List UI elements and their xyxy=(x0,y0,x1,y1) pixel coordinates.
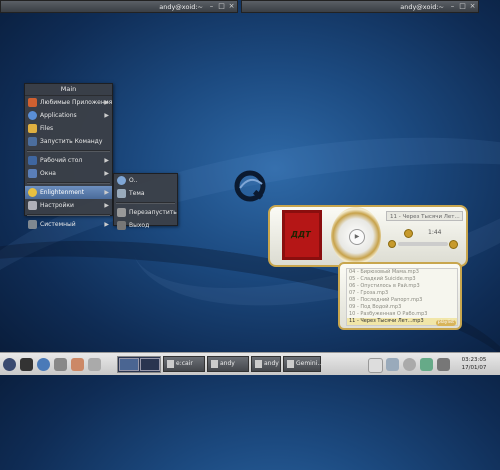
minimize-icon[interactable]: – xyxy=(208,3,215,10)
enlightenment-icon xyxy=(28,188,37,197)
chevron-right-icon: ▶ xyxy=(104,202,109,209)
playlist-item[interactable]: 10 - Разбуженная О Рабо.mp3 xyxy=(347,311,457,318)
file-manager-icon[interactable] xyxy=(54,358,67,371)
menu-item-restart[interactable]: Перезапустить xyxy=(114,206,177,219)
terminal-icon[interactable] xyxy=(20,358,33,371)
chevron-right-icon: ▶ xyxy=(104,112,109,119)
clock-time: 03:23:05 xyxy=(461,357,487,363)
playlist-item[interactable]: 08 - Последний Рапорт.mp3 xyxy=(347,297,457,304)
maximize-icon[interactable]: □ xyxy=(459,3,466,10)
playlist-button[interactable]: playlist xyxy=(436,320,456,326)
menu-item-enlightenment[interactable]: Enlightenment ▶ xyxy=(25,186,112,199)
task-button[interactable]: e:cair xyxy=(163,356,205,372)
volume-icon[interactable] xyxy=(403,358,416,371)
pager-desk-1[interactable] xyxy=(119,358,139,371)
window-title: andy@xoid:~ xyxy=(159,3,203,11)
control-wheel[interactable]: ▶ xyxy=(331,207,381,265)
music-player: ДДТ ▶ 11 - Через Тысячи Лет... 1:44 xyxy=(268,205,468,267)
task-button[interactable]: andy xyxy=(207,356,249,372)
start-menu-icon[interactable] xyxy=(3,358,16,371)
exit-icon xyxy=(117,221,126,230)
chevron-right-icon: ▶ xyxy=(104,157,109,164)
files-icon xyxy=(28,124,37,133)
about-icon xyxy=(117,176,126,185)
menu-item-favorites[interactable]: Любимые Приложения ▶ xyxy=(25,96,112,109)
maximize-icon[interactable]: □ xyxy=(218,3,225,10)
window-title: andy@xoid:~ xyxy=(400,3,444,11)
desktop-pager[interactable] xyxy=(117,356,161,373)
now-playing-title: 11 - Через Тысячи Лет... xyxy=(386,211,463,221)
menu-separator xyxy=(27,214,110,216)
volume-slider[interactable] xyxy=(398,242,448,246)
system-icon xyxy=(28,220,37,229)
settings-icon[interactable] xyxy=(71,358,84,371)
menu-item-theme[interactable]: Тема xyxy=(114,187,177,200)
theme-icon xyxy=(117,189,126,198)
playlist-item[interactable]: 04 - Бирюзовый Мама.mp3 xyxy=(347,269,457,276)
restart-icon xyxy=(117,208,126,217)
close-icon[interactable]: × xyxy=(469,3,476,10)
window-icon[interactable] xyxy=(368,358,383,373)
terminal-icon xyxy=(255,360,262,368)
settings-icon xyxy=(28,201,37,210)
playlist[interactable]: 04 - Бирюзовый Мама.mp3 05 - Сладкий Suic… xyxy=(346,268,458,326)
enlightenment-submenu: О.. Тема Перезапустить Выход xyxy=(113,173,178,230)
play-button[interactable]: ▶ xyxy=(349,229,365,245)
menu-item-files[interactable]: Files xyxy=(25,122,112,135)
playlist-panel: 04 - Бирюзовый Мама.mp3 05 - Сладкий Suic… xyxy=(338,262,462,330)
playlist-item[interactable]: 09 - Под Водой.mp3 xyxy=(347,304,457,311)
desktop-icon xyxy=(28,156,37,165)
app-icon xyxy=(167,360,174,368)
menu-title: Main xyxy=(25,84,112,96)
network-icon[interactable] xyxy=(386,358,399,371)
menu-item-exit[interactable]: Выход xyxy=(114,219,177,232)
menu-separator xyxy=(27,182,110,184)
chevron-right-icon: ▶ xyxy=(104,189,109,196)
menu-item-system[interactable]: Системный ▶ xyxy=(25,218,112,231)
favorites-icon xyxy=(28,98,37,107)
menu-separator xyxy=(116,202,175,204)
minimize-icon[interactable]: – xyxy=(449,3,456,10)
browser-icon[interactable] xyxy=(37,358,50,371)
tray-icon[interactable] xyxy=(437,358,450,371)
task-button[interactable]: andy xyxy=(251,356,281,372)
chevron-right-icon: ▶ xyxy=(104,99,109,106)
menu-item-settings[interactable]: Настройки ▶ xyxy=(25,199,112,212)
playlist-item[interactable]: 05 - Сладкий Suicide.mp3 xyxy=(347,276,457,283)
main-menu: Main Любимые Приложения ▶ Applications ▶ F… xyxy=(24,83,113,229)
clock: 03:23:05 17/01/07 xyxy=(454,356,494,372)
track-time: 1:44 xyxy=(428,229,442,236)
terminal-icon xyxy=(211,360,218,368)
menu-item-about[interactable]: О.. xyxy=(114,174,177,187)
chevron-right-icon: ▶ xyxy=(104,170,109,177)
taskbar: e:cair andy andy Gemini... 03:23:05 17/0… xyxy=(0,352,500,375)
album-cover: ДДТ xyxy=(282,210,322,260)
enlightenment-logo-icon xyxy=(234,170,266,202)
window-titlebar-2[interactable]: andy@xoid:~ – □ × xyxy=(241,0,479,13)
menu-separator xyxy=(27,150,110,152)
close-icon[interactable]: × xyxy=(228,3,235,10)
menu-item-windows[interactable]: Окна ▶ xyxy=(25,167,112,180)
mail-icon[interactable] xyxy=(88,358,101,371)
task-button[interactable]: Gemini... xyxy=(283,356,323,372)
window-titlebar-1[interactable]: andy@xoid:~ – □ × xyxy=(0,0,238,13)
battery-icon[interactable] xyxy=(420,358,433,371)
volume-knob-icon[interactable] xyxy=(449,240,458,249)
clock-date: 17/01/07 xyxy=(461,365,487,371)
windows-icon xyxy=(28,169,37,178)
seek-knob-icon[interactable] xyxy=(404,229,413,238)
volume-icon xyxy=(388,240,396,248)
menu-item-desktop[interactable]: Рабочий стол ▶ xyxy=(25,154,112,167)
run-command-icon xyxy=(28,137,37,146)
menu-item-applications[interactable]: Applications ▶ xyxy=(25,109,112,122)
app-icon xyxy=(287,360,294,368)
chevron-right-icon: ▶ xyxy=(104,221,109,228)
menu-item-run-command[interactable]: Запустить Команду xyxy=(25,135,112,148)
applications-icon xyxy=(28,111,37,120)
pager-desk-2[interactable] xyxy=(140,358,160,371)
playlist-item[interactable]: 06 - Опустилось в Рай.mp3 xyxy=(347,283,457,290)
playlist-item[interactable]: 07 - Гроза.mp3 xyxy=(347,290,457,297)
